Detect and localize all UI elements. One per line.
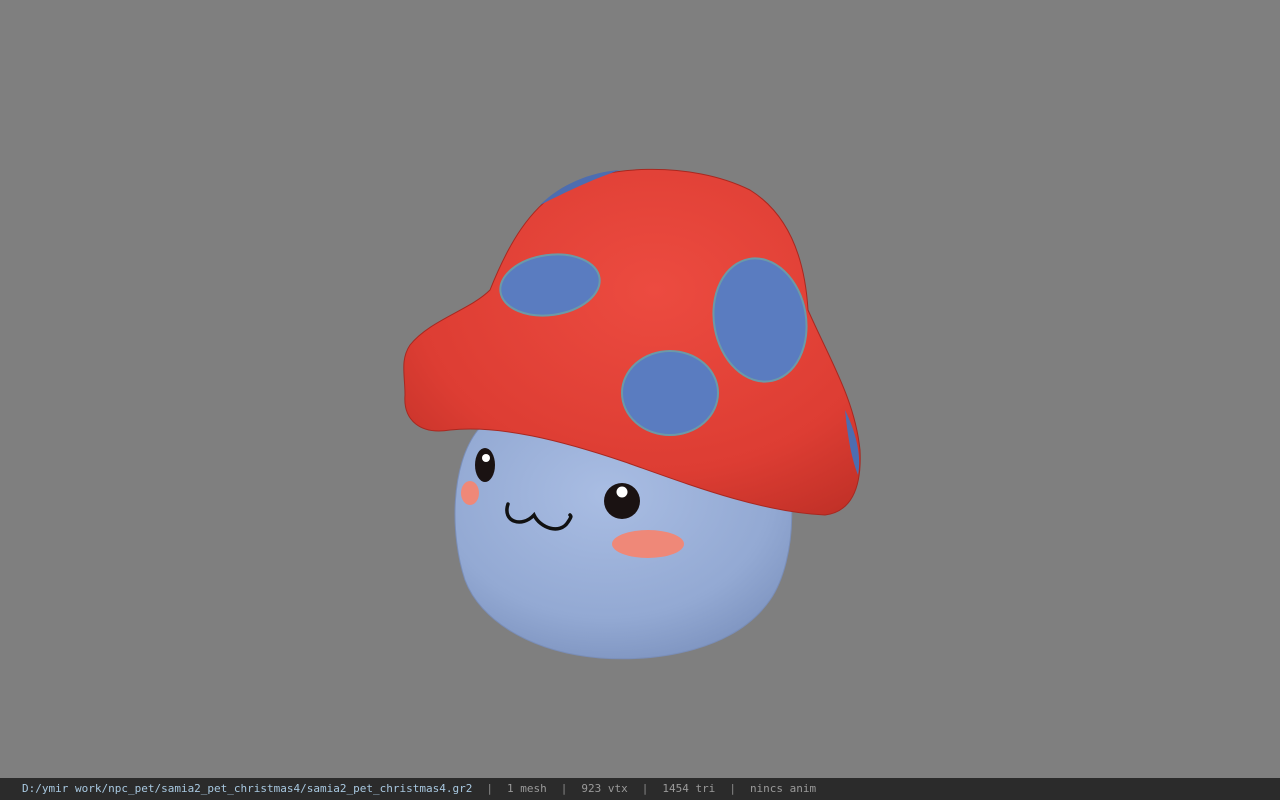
- mushroom-pet-model: [403, 168, 861, 660]
- left-eye-highlight: [482, 454, 490, 462]
- mesh-count: 1 mesh: [506, 782, 547, 795]
- separator: |: [560, 782, 568, 795]
- triangle-count: 1454 tri: [662, 782, 716, 795]
- right-cheek: [612, 530, 684, 558]
- animation-status: nincs anim: [749, 782, 817, 795]
- separator: |: [486, 782, 493, 795]
- file-path: D:/ymir work/npc_pet/samia2_pet_christma…: [22, 782, 473, 795]
- separator: |: [729, 782, 736, 795]
- right-eye-highlight: [616, 486, 628, 498]
- cap-spot-3: [621, 350, 719, 436]
- left-eye: [475, 448, 495, 482]
- 3d-viewport[interactable]: [0, 0, 1280, 778]
- separator: |: [641, 782, 649, 795]
- status-bar: D:/ymir work/npc_pet/samia2_pet_christma…: [0, 778, 1280, 800]
- left-cheek: [461, 481, 479, 505]
- vertex-count: 923 vtx: [581, 782, 628, 795]
